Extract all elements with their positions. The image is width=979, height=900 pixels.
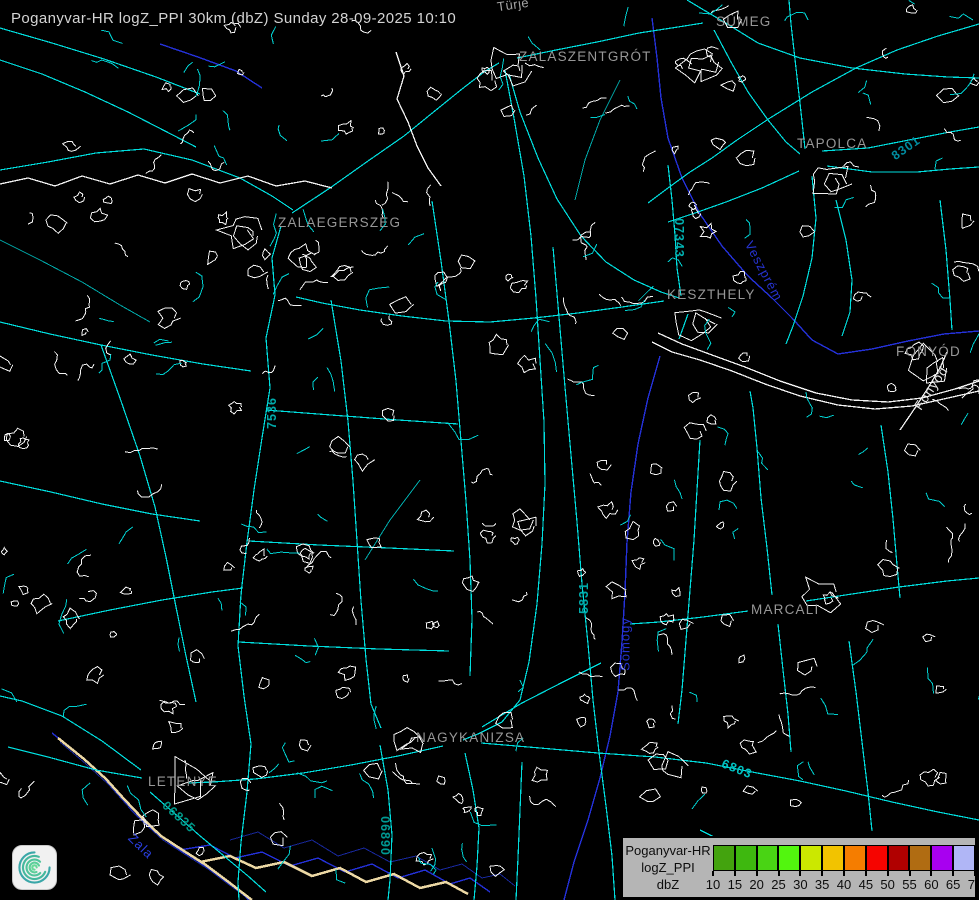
dbz-cell (822, 845, 844, 871)
city-label: KESZTHELY (667, 287, 756, 302)
dbz-tick (974, 871, 976, 876)
dbz-tick-label: 70 (968, 877, 977, 892)
dbz-cell (909, 845, 931, 871)
dbz-cell (713, 845, 735, 871)
dbz-tick-label: 10 (706, 877, 720, 892)
dbz-tick (930, 871, 932, 876)
city-label: ZALASZENTGRÓT (519, 49, 652, 64)
dbz-tick (909, 871, 911, 876)
legend-radar-name: Poganyvar-HR (623, 842, 713, 859)
dbz-tick (734, 871, 736, 876)
dbz-color-cells (713, 845, 975, 871)
legend-unit-label: dbZ (623, 876, 713, 893)
city-label: TAPOLCA (797, 136, 867, 151)
dbz-tick (821, 871, 823, 876)
legend-product-name: logZ_PPI (623, 859, 713, 876)
city-label: SÜMEG (716, 14, 772, 29)
road-number-label: 5831 (577, 582, 591, 614)
dbz-tick-label: 30 (793, 877, 807, 892)
city-label: ZALAEGERSZEG (278, 215, 401, 230)
dbz-tick-label: 55 (902, 877, 916, 892)
dbz-tick-label: 50 (880, 877, 894, 892)
city-label: NAGYKANIZSA (416, 730, 525, 745)
road-number-label: 07343 (672, 218, 686, 258)
dbz-cell (778, 845, 800, 871)
road-network (0, 0, 979, 900)
radar-product-title: Poganyvar-HR logZ_PPI 30km (dbZ) Sunday … (11, 10, 456, 27)
city-label: LETENYE (148, 774, 218, 789)
dbz-cell (757, 845, 779, 871)
dbz-tick (887, 871, 889, 876)
dbz-cell (888, 845, 910, 871)
railway-lines (0, 52, 979, 430)
dbz-tick (952, 871, 954, 876)
city-label: MARCALI (751, 602, 819, 617)
dbz-tick-label: 40 (837, 877, 851, 892)
dbz-tick-label: 15 (728, 877, 742, 892)
legend-panel: Poganyvar-HR logZ_PPI dbZ 10 15 20 25 30 35 40… (621, 836, 977, 899)
dbz-tick-label: 35 (815, 877, 829, 892)
dbz-tick (756, 871, 758, 876)
dbz-tick (843, 871, 845, 876)
dbz-tick-label: 65 (946, 877, 960, 892)
dbz-tick (712, 871, 714, 876)
dbz-cell (844, 845, 866, 871)
dbz-cell (953, 845, 975, 871)
dbz-tick-label: 45 (859, 877, 873, 892)
region-label: Somogy (618, 617, 633, 671)
dbz-tick (799, 871, 801, 876)
radar-spiral-logo (12, 845, 57, 890)
minor-road-twigs (2, 0, 979, 883)
dbz-tick-label: 60 (924, 877, 938, 892)
dbz-cell (931, 845, 953, 871)
dbz-cell (800, 845, 822, 871)
dbz-tick (778, 871, 780, 876)
dbz-tick (865, 871, 867, 876)
radar-spiral-icon (15, 848, 54, 887)
radar-map-viewport: TürjeSÜMEGZALASZENTGRÓTTAPOLCAZALAEGERSZ… (0, 0, 979, 900)
map-line-network (0, 0, 979, 900)
road-number-label: 7536 (265, 397, 279, 429)
dbz-cell (866, 845, 888, 871)
dbz-tick-label: 20 (749, 877, 763, 892)
road-number-label: 06890 (378, 816, 392, 856)
dbz-cell (735, 845, 757, 871)
dbz-color-scale: 10152025303540455055606570 (713, 845, 975, 897)
dbz-tick-label: 25 (771, 877, 785, 892)
legend-text-block: Poganyvar-HR logZ_PPI dbZ (623, 842, 713, 893)
city-label: FONYÓD (896, 344, 961, 359)
